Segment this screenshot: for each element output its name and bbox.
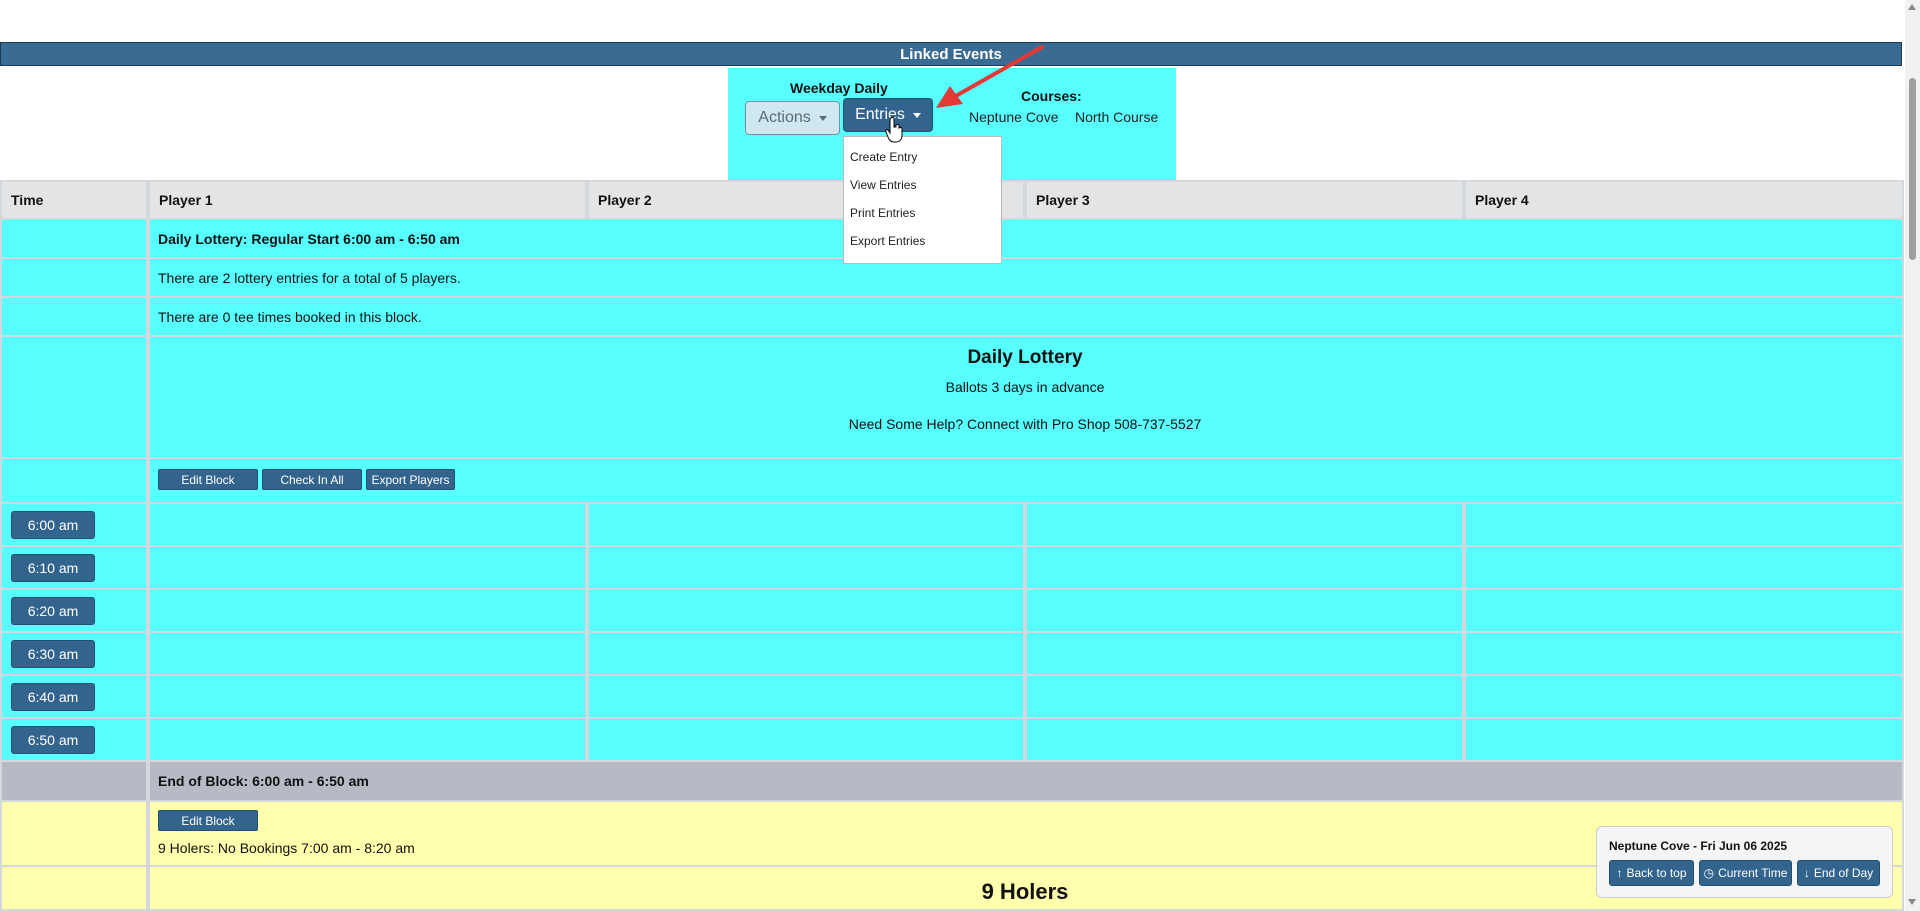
time-button-640[interactable]: 6:40 am [11,683,95,711]
booked-info: There are 0 tee times booked in this blo… [158,309,422,325]
player-slot[interactable] [1464,676,1904,719]
player-slot[interactable] [1464,547,1904,590]
player-slot[interactable] [148,504,587,547]
time-cell [0,337,148,459]
time-cell [0,459,148,504]
time-button-600[interactable]: 6:00 am [11,511,95,539]
block-buttons-row: Edit Block Check In All Export Players [0,459,1904,504]
time-button-630[interactable]: 6:30 am [11,640,95,668]
menu-item-print-entries[interactable]: Print Entries [844,205,1001,233]
export-players-button[interactable]: Export Players [366,469,455,490]
menu-item-create-entry[interactable]: Create Entry [844,149,1001,177]
player-slot[interactable] [1464,633,1904,676]
player-slot[interactable] [1025,504,1464,547]
time-cell [0,259,148,298]
back-to-top-label: Back to top [1626,866,1687,880]
nav-title: Neptune Cove - Fri Jun 06 2025 [1609,839,1788,853]
menu-item-export-entries[interactable]: Export Entries [844,233,1001,261]
end-of-day-label: End of Day [1813,866,1874,880]
current-time-label: Current Time [1718,866,1788,880]
lottery-entries-info: There are 2 lottery entries for a total … [158,270,461,286]
time-button-610[interactable]: 6:10 am [11,554,95,582]
player-slot[interactable] [1025,676,1464,719]
course-link-north-course[interactable]: North Course [1075,109,1158,125]
lottery-info-row: Daily Lottery Ballots 3 days in advance … [0,337,1904,459]
arrow-up-icon: ↑ [1616,866,1623,880]
player-slot[interactable] [148,547,587,590]
current-time-button[interactable]: ◷ Current Time [1699,860,1792,886]
player-slot[interactable] [587,633,1025,676]
time-cell [0,298,148,337]
check-in-all-button[interactable]: Check In All [262,469,362,490]
time-cell [0,762,148,802]
tee-time-row: 6:20 am [0,590,1904,633]
block-booked-row: There are 0 tee times booked in this blo… [0,298,1904,337]
time-button-620[interactable]: 6:20 am [11,597,95,625]
end-of-block-label: End of Block: 6:00 am - 6:50 am [158,773,369,789]
next-block-info: 9 Holers: No Bookings 7:00 am - 8:20 am [158,840,415,856]
actions-button[interactable]: Actions [745,101,840,135]
time-cell [0,802,148,867]
edit-block-button[interactable]: Edit Block [158,810,258,831]
player-slot[interactable] [587,590,1025,633]
header-player-3: Player 3 [1025,180,1464,220]
player-slot[interactable] [1025,547,1464,590]
tee-time-row: 6:30 am [0,633,1904,676]
hand-cursor-icon [885,117,903,143]
player-slot[interactable] [1025,633,1464,676]
header-player-1: Player 1 [148,180,587,220]
ballots-text: Ballots 3 days in advance [945,379,1105,395]
player-slot[interactable] [587,719,1025,762]
header-time: Time [0,180,148,220]
end-of-block-row: End of Block: 6:00 am - 6:50 am [0,762,1904,802]
help-text: Need Some Help? Connect with Pro Shop 50… [848,416,1202,432]
event-name: Weekday Daily [790,80,888,96]
end-of-day-button[interactable]: ↓ End of Day [1797,860,1880,886]
back-to-top-button[interactable]: ↑ Back to top [1609,860,1694,886]
time-cell [0,867,148,911]
player-slot[interactable] [587,504,1025,547]
block-cell [148,762,1904,802]
player-slot[interactable] [1464,504,1904,547]
entries-dropdown-menu: Create Entry View Entries Print Entries … [843,136,1002,264]
player-slot[interactable] [148,719,587,762]
day-navigation-panel: Neptune Cove - Fri Jun 06 2025 ↑ Back to… [1596,826,1893,898]
caret-down-icon [818,115,827,121]
player-slot[interactable] [1025,719,1464,762]
time-cell [0,220,148,259]
tee-time-row: 6:00 am [0,504,1904,547]
player-slot[interactable] [148,633,587,676]
player-slot[interactable] [1025,590,1464,633]
tee-time-row: 6:40 am [0,676,1904,719]
menu-item-view-entries[interactable]: View Entries [844,177,1001,205]
annotation-arrow-icon [936,45,1044,108]
scroll-up-arrow-icon[interactable] [1908,4,1916,10]
block-entries-row: There are 2 lottery entries for a total … [0,259,1904,298]
clock-icon: ◷ [1703,866,1715,880]
actions-label: Actions [758,109,811,126]
caret-down-icon [912,112,921,118]
tee-time-row: 6:10 am [0,547,1904,590]
player-slot[interactable] [148,590,587,633]
time-button-650[interactable]: 6:50 am [11,726,95,754]
block-title: Daily Lottery: Regular Start 6:00 am - 6… [158,231,460,247]
header-player-4: Player 4 [1464,180,1904,220]
lottery-heading: Daily Lottery [967,347,1083,368]
player-slot[interactable] [587,676,1025,719]
scrollbar-thumb[interactable] [1909,78,1916,260]
arrow-down-icon: ↓ [1803,866,1810,880]
tee-time-row: 6:50 am [0,719,1904,762]
edit-block-button[interactable]: Edit Block [158,469,258,490]
player-slot[interactable] [1464,590,1904,633]
player-slot[interactable] [587,547,1025,590]
scroll-down-arrow-icon[interactable] [1908,899,1916,905]
player-slot[interactable] [1464,719,1904,762]
player-slot[interactable] [148,676,587,719]
